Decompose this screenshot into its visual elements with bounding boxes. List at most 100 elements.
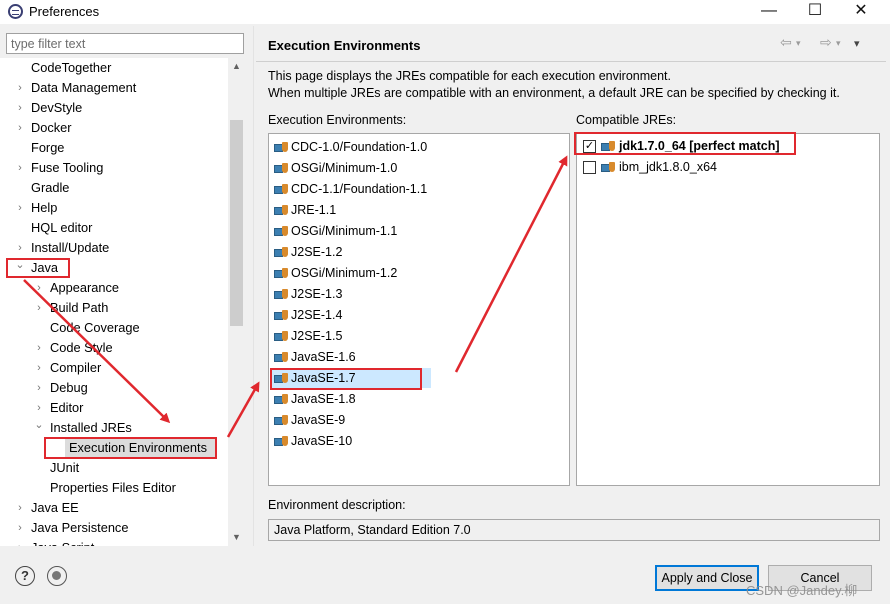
- environment-label: OSGi/Minimum-1.0: [291, 161, 398, 175]
- annotation-box-java: [6, 258, 70, 278]
- tree-item-help[interactable]: › Help: [0, 198, 57, 218]
- environment-item[interactable]: OSGi/Minimum-1.1: [271, 221, 397, 241]
- environment-label: OSGi/Minimum-1.1: [291, 224, 398, 238]
- back-arrow-icon[interactable]: ⇦: [780, 34, 792, 51]
- tree-item-label: Debug: [50, 380, 88, 395]
- collapsed-chevron-icon[interactable]: ›: [33, 358, 45, 378]
- expanded-chevron-icon[interactable]: ⌄: [33, 415, 45, 435]
- environment-label: JavaSE-10: [291, 434, 353, 448]
- annotation-box-jdk-1-7: [574, 132, 796, 155]
- tree-item-properties-files-editor[interactable]: Properties Files Editor: [0, 478, 176, 498]
- tree-item-appearance[interactable]: › Appearance: [0, 278, 119, 298]
- environment-item[interactable]: JavaSE-1.6: [271, 347, 356, 367]
- scroll-down-arrow-icon[interactable]: ▼: [228, 529, 245, 546]
- scroll-up-arrow-icon[interactable]: ▲: [228, 58, 245, 75]
- tree-item-devstyle[interactable]: › DevStyle: [0, 98, 82, 118]
- tree-item-code-coverage[interactable]: Code Coverage: [0, 318, 140, 338]
- tree-item-codetogether[interactable]: CodeTogether: [0, 58, 111, 78]
- tree-item-label: JUnit: [50, 460, 80, 475]
- back-dropdown-icon[interactable]: ▾: [796, 38, 801, 49]
- collapsed-chevron-icon[interactable]: ›: [14, 98, 26, 118]
- environment-item[interactable]: JavaSE-9: [271, 410, 345, 430]
- preference-tree[interactable]: CodeTogether › Data Management › DevStyle › Do…: [0, 58, 245, 546]
- tree-item-data-management[interactable]: › Data Management: [0, 78, 136, 98]
- jre-library-icon: [274, 415, 288, 426]
- tree-item-label: Code Coverage: [50, 320, 140, 335]
- tree-item-docker[interactable]: › Docker: [0, 118, 71, 138]
- environment-item[interactable]: J2SE-1.4: [271, 305, 342, 325]
- environment-item[interactable]: JRE-1.1: [271, 200, 336, 220]
- record-macro-icon[interactable]: [47, 566, 67, 586]
- environment-item[interactable]: J2SE-1.5: [271, 326, 342, 346]
- filter-input[interactable]: [6, 33, 244, 54]
- panel-splitter[interactable]: [253, 26, 254, 546]
- environment-item[interactable]: CDC-1.0/Foundation-1.0: [271, 137, 427, 157]
- watermark: CSDN @Jandey.柳: [746, 583, 858, 598]
- environment-label: OSGi/Minimum-1.2: [291, 266, 398, 280]
- environment-label: J2SE-1.4: [291, 308, 343, 322]
- minimize-button[interactable]: —: [746, 0, 792, 24]
- environment-item[interactable]: J2SE-1.2: [271, 242, 342, 262]
- page-title: Execution Environments: [268, 38, 421, 53]
- tree-item-gradle[interactable]: Gradle: [0, 178, 69, 198]
- tree-item-build-path[interactable]: › Build Path: [0, 298, 108, 318]
- collapsed-chevron-icon[interactable]: ›: [14, 498, 26, 518]
- jre-library-icon: [274, 394, 288, 405]
- close-button[interactable]: ✕: [838, 0, 884, 24]
- tree-scrollbar[interactable]: ▲ ▼: [228, 58, 245, 546]
- environment-label: CDC-1.0/Foundation-1.0: [291, 140, 428, 154]
- forward-arrow-icon[interactable]: ⇨: [820, 34, 832, 51]
- environment-item[interactable]: J2SE-1.3: [271, 284, 342, 304]
- environment-item[interactable]: JavaSE-10: [271, 431, 352, 451]
- page-description-line-1: This page displays the JREs compatible f…: [268, 69, 671, 83]
- environment-item[interactable]: CDC-1.1/Foundation-1.1: [271, 179, 427, 199]
- environment-label: JavaSE-1.6: [291, 350, 356, 364]
- tree-item-label: Editor: [50, 400, 84, 415]
- tree-item-label: CodeTogether: [31, 60, 112, 75]
- environment-item[interactable]: OSGi/Minimum-1.2: [271, 263, 397, 283]
- environment-item[interactable]: OSGi/Minimum-1.0: [271, 158, 397, 178]
- tree-item-label: Java Script: [31, 540, 94, 546]
- tree-item-compiler[interactable]: › Compiler: [0, 358, 101, 378]
- collapsed-chevron-icon[interactable]: ›: [33, 278, 45, 298]
- tree-item-hql-editor[interactable]: HQL editor: [0, 218, 92, 238]
- tree-item-label: Forge: [31, 140, 65, 155]
- forward-dropdown-icon[interactable]: ▾: [836, 38, 841, 49]
- view-menu-icon[interactable]: ▾: [854, 37, 860, 50]
- collapsed-chevron-icon[interactable]: ›: [33, 338, 45, 358]
- environment-label: CDC-1.1/Foundation-1.1: [291, 182, 428, 196]
- tree-item-fuse-tooling[interactable]: › Fuse Tooling: [0, 158, 103, 178]
- collapsed-chevron-icon[interactable]: ›: [14, 118, 26, 138]
- unchecked-checkbox[interactable]: [583, 161, 596, 174]
- jre-library-icon: [274, 184, 288, 195]
- tree-item-debug[interactable]: › Debug: [0, 378, 88, 398]
- tree-item-label: HQL editor: [31, 220, 93, 235]
- collapsed-chevron-icon[interactable]: ›: [14, 198, 26, 218]
- collapsed-chevron-icon[interactable]: ›: [14, 538, 26, 546]
- collapsed-chevron-icon[interactable]: ›: [14, 78, 26, 98]
- compatible-jres-list[interactable]: ✓ jdk1.7.0_64 [perfect match] ibm_jdk1.8.0…: [576, 133, 880, 486]
- tree-item-installed-jres[interactable]: ⌄ Installed JREs: [0, 415, 131, 438]
- tree-item-forge[interactable]: Forge: [0, 138, 64, 158]
- help-icon[interactable]: ?: [15, 566, 35, 586]
- tree-item-java-script[interactable]: › Java Script: [0, 538, 94, 546]
- tree-item-label: Java Persistence: [31, 520, 129, 535]
- compatible-jres-label: Compatible JREs:: [576, 113, 677, 127]
- tree-item-junit[interactable]: JUnit: [0, 458, 79, 478]
- collapsed-chevron-icon[interactable]: ›: [33, 378, 45, 398]
- scrollbar-thumb[interactable]: [230, 120, 243, 326]
- tree-item-code-style[interactable]: › Code Style: [0, 338, 112, 358]
- collapsed-chevron-icon[interactable]: ›: [33, 298, 45, 318]
- environments-list[interactable]: CDC-1.0/Foundation-1.0 OSGi/Minimum-1.0 CD…: [268, 133, 570, 486]
- collapsed-chevron-icon[interactable]: ›: [14, 158, 26, 178]
- collapsed-chevron-icon[interactable]: ›: [14, 518, 26, 538]
- tree-item-java-ee[interactable]: › Java EE: [0, 498, 79, 518]
- environment-label: JRE-1.1: [291, 203, 337, 217]
- jre-library-icon: [274, 289, 288, 300]
- maximize-button[interactable]: ☐: [792, 0, 838, 24]
- environment-item[interactable]: JavaSE-1.8: [271, 389, 356, 409]
- tree-item-java-persistence[interactable]: › Java Persistence: [0, 518, 128, 538]
- compatible-jre-item[interactable]: ibm_jdk1.8.0_x64: [577, 157, 877, 177]
- apply-and-close-button[interactable]: Apply and Close: [655, 565, 759, 591]
- environment-description-field: Java Platform, Standard Edition 7.0: [268, 519, 880, 541]
